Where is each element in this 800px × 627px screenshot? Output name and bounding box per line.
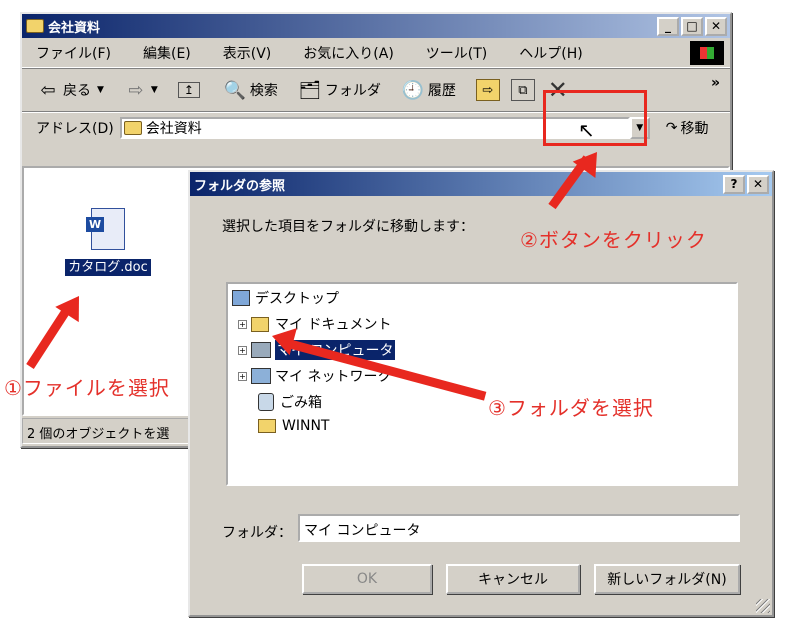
menu-favorites[interactable]: お気に入り(A) [303,43,394,63]
word-document-icon: W [86,208,125,250]
minimize-button[interactable]: _ [657,16,679,36]
toolbar-overflow-button[interactable]: » [711,75,720,91]
tree-item-my-documents[interactable]: + マイ ドキュメント [238,314,391,334]
go-button[interactable]: ↷ 移動 [666,118,709,138]
menu-help[interactable]: ヘルプ(H) [519,43,582,63]
search-button[interactable]: 🔍 検索 [223,79,278,101]
close-button[interactable]: ✕ [705,16,727,36]
move-to-button[interactable]: ⇨ [475,79,503,101]
expand-icon[interactable]: + [238,319,247,329]
folders-button[interactable]: 🗂 フォルダ [298,79,380,101]
ok-button[interactable]: OK [302,564,432,594]
menu-tools[interactable]: ツール(T) [426,43,487,63]
up-folder-icon: ↥ [177,82,200,98]
documents-folder-icon [251,316,269,332]
copy-to-button[interactable]: ⧉ [510,79,538,101]
up-folder-button[interactable]: ↥ [177,82,203,98]
windows-logo-icon [690,40,724,65]
computer-icon [251,342,271,358]
dialog-close-button[interactable]: ✕ [747,174,769,194]
back-arrow-icon: ⇦ [40,79,56,101]
copy-to-folder-icon: ⧉ [510,79,535,101]
forward-arrow-icon: ⇨ [128,79,144,101]
folder-tree[interactable]: デスクトップ + マイ ドキュメント + マイ コンピュータ + マイ ネットワ… [226,282,738,486]
folder-label: フォルダ： [222,525,292,541]
menu-edit[interactable]: 編集(E) [143,43,191,63]
highlight-box [543,90,647,146]
help-button[interactable]: ? [723,174,745,194]
move-to-folder-icon: ⇨ [475,79,500,101]
go-arrow-icon: ↷ [665,119,678,136]
annotation-step1: ①ファイルを選択 [4,376,170,400]
cursor-icon: ↖ [578,118,595,142]
network-icon [251,368,271,384]
history-button[interactable]: 🕘 履歴 [401,79,456,101]
new-folder-button[interactable]: 新しいフォルダ(N) [594,564,740,594]
tree-item-desktop[interactable]: デスクトップ [232,288,339,308]
folder-icon [26,19,44,33]
history-icon: 🕘 [401,79,425,101]
menu-view[interactable]: 表示(V) [223,43,272,63]
search-icon: 🔍 [223,79,247,101]
resize-grip-icon[interactable] [756,599,770,613]
menubar: ファイル(F) 編集(E) 表示(V) お気に入り(A) ツール(T) ヘルプ(… [22,38,730,68]
folder-field[interactable]: マイ コンピュータ [298,514,740,542]
tree-item-winnt[interactable]: WINNT [258,418,329,434]
tree-item-recycle-bin[interactable]: ごみ箱 [258,392,322,412]
folders-icon: 🗂 [298,79,322,101]
address-value: 会社資料 [145,120,202,137]
back-button[interactable]: ⇦ 戻る ▼ [36,79,104,101]
explorer-titlebar: 会社資料 _ □ ✕ [22,14,730,38]
chevron-down-icon: ▼ [150,85,158,95]
dialog-title: フォルダの参照 [194,178,286,194]
chevron-down-icon: ▼ [97,85,104,95]
annotation-step2: ②ボタンをクリック [520,228,707,252]
forward-button[interactable]: ⇨ ▼ [124,79,158,101]
expand-icon[interactable]: + [238,371,247,381]
status-bar: 2 個のオブジェクトを選 [22,418,198,444]
dialog-instruction: 選択した項目をフォルダに移動します： [222,219,474,235]
recycle-bin-icon [258,393,274,411]
folder-icon [258,419,276,433]
folder-icon [123,120,142,135]
explorer-title: 会社資料 [48,20,101,36]
menu-file[interactable]: ファイル(F) [36,43,111,63]
cancel-button[interactable]: キャンセル [446,564,580,594]
annotation-step3: ③フォルダを選択 [488,396,654,420]
dialog-titlebar: フォルダの参照 ? ✕ [190,172,772,196]
file-name: カタログ.doc [65,259,151,276]
file-item[interactable]: W カタログ.doc [58,208,158,276]
desktop-icon [232,290,250,306]
expand-icon[interactable]: + [238,345,247,355]
address-label: アドレス(D) [36,120,114,137]
maximize-button[interactable]: □ [681,16,703,36]
